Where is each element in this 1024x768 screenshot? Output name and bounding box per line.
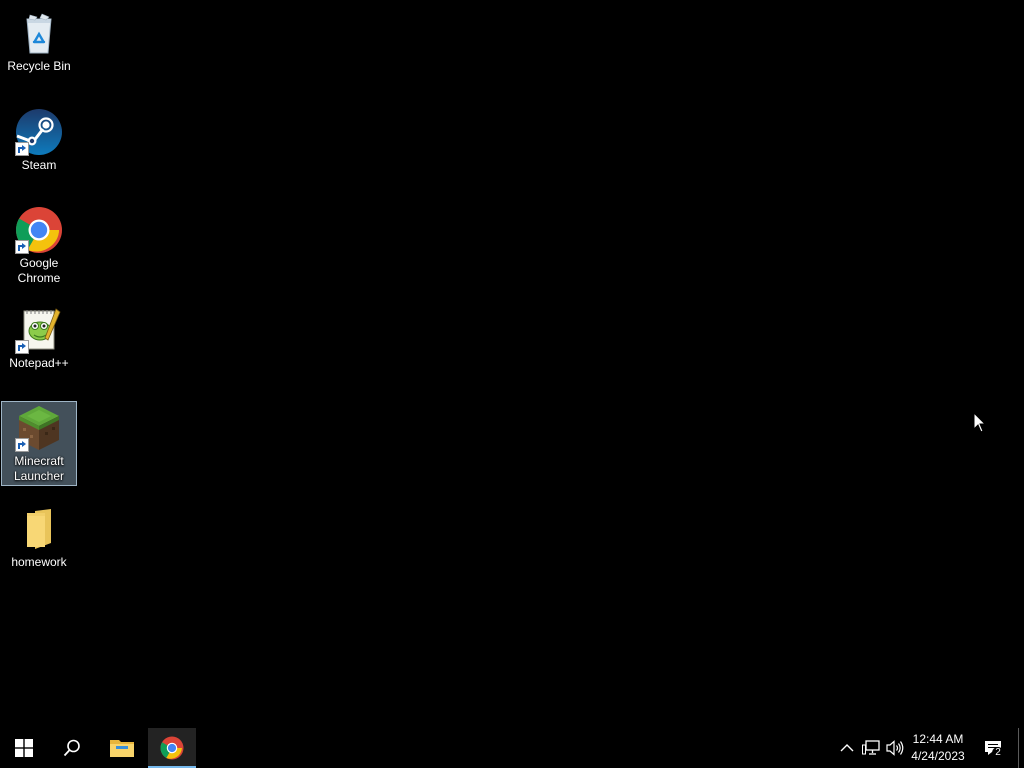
taskbar: 12:44 AM 4/24/2023 2 (0, 728, 1024, 768)
clock-date: 4/24/2023 (911, 749, 965, 763)
minecraft-icon (15, 404, 63, 452)
taskbar-file-explorer[interactable] (98, 728, 146, 768)
steam-icon (15, 108, 63, 156)
desktop-icon-label: Steam (21, 158, 57, 172)
mouse-cursor-icon (973, 412, 987, 433)
desktop-icon-recycle-bin[interactable]: Recycle Bin (1, 6, 77, 77)
volume-icon (886, 740, 904, 756)
taskbar-google-chrome[interactable] (148, 728, 196, 768)
search-button[interactable] (48, 728, 96, 768)
desktop-icon-label: Notepad++ (9, 356, 69, 370)
desktop-icon-label: Recycle Bin (7, 59, 71, 73)
desktop-icon-label: Minecraft Launcher (13, 454, 65, 483)
notepad-plus-plus-icon (15, 306, 63, 354)
network-icon (862, 740, 880, 755)
show-desktop-button[interactable] (1018, 728, 1021, 768)
shortcut-arrow-icon (15, 240, 29, 254)
desktop-icon-notepad-plus-plus[interactable]: Notepad++ (1, 303, 77, 374)
chevron-up-icon (840, 744, 854, 752)
windows-logo-icon (15, 739, 33, 757)
desktop-icon-steam[interactable]: Steam (1, 105, 77, 176)
show-hidden-icons-button[interactable] (836, 728, 858, 768)
action-center-button[interactable]: 2 (978, 728, 1008, 768)
start-button[interactable] (0, 728, 48, 768)
desktop-icon-google-chrome[interactable]: Google Chrome (1, 203, 77, 289)
desktop-icon-label: homework (11, 555, 67, 569)
clock-time: 12:44 AM (912, 732, 964, 746)
file-explorer-icon (110, 740, 134, 757)
notification-count-badge: 2 (992, 747, 1004, 759)
taskbar-clock[interactable]: 12:44 AM 4/24/2023 (907, 728, 969, 768)
folder-icon (15, 505, 63, 553)
shortcut-arrow-icon (15, 340, 29, 354)
desktop-icon-homework-folder[interactable]: homework (1, 502, 77, 573)
desktop[interactable]: Recycle Bin Steam Google Chrome Notepad+… (0, 0, 1024, 728)
search-icon (63, 739, 80, 757)
network-status-button[interactable] (859, 728, 883, 768)
recycle-bin-icon (15, 9, 63, 57)
desktop-icon-label: Google Chrome (17, 256, 61, 285)
volume-button[interactable] (884, 728, 906, 768)
shortcut-arrow-icon (15, 438, 29, 452)
desktop-icon-minecraft-launcher[interactable]: Minecraft Launcher (1, 401, 77, 486)
chrome-icon (160, 736, 184, 760)
chrome-icon (15, 206, 63, 254)
shortcut-arrow-icon (15, 142, 29, 156)
